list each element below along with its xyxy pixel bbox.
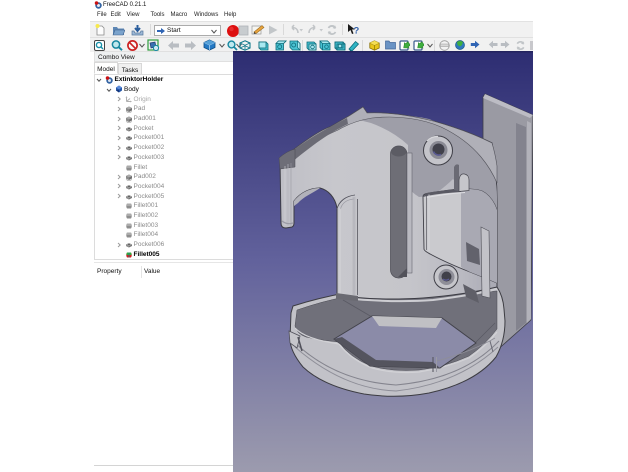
svg-text:?: ? bbox=[354, 26, 360, 37]
